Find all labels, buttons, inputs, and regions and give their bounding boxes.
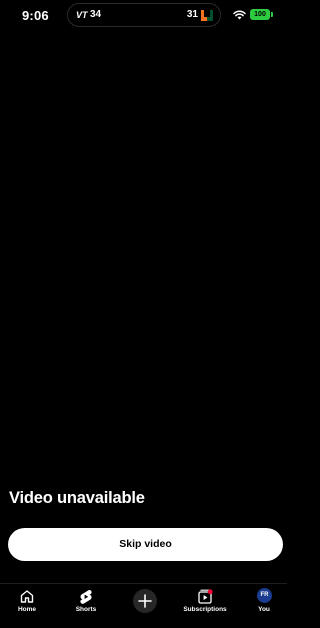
status-time: 9:06 [22,8,49,23]
live-activity[interactable]: VT 34 31 [67,3,221,27]
nav-label-home: Home [17,606,37,613]
left-score: 34 [90,9,102,20]
nav-label-shorts: Shorts [75,606,97,613]
vt-team-logo: VT [76,10,88,20]
status-bar: 9:06 VT 34 31 100 [0,0,287,32]
um-team-logo [201,10,213,21]
nav-you[interactable]: FR You [238,584,290,628]
bottom-nav: Home Shorts Subscriptions FR You [0,583,287,628]
battery-icon: 100 [250,9,273,20]
nav-shorts[interactable]: Shorts [60,584,112,628]
nav-subscriptions[interactable]: Subscriptions [179,584,231,628]
avatar: FR [257,588,272,603]
plus-icon [138,594,152,608]
wifi-icon [233,10,246,20]
nav-label-subscriptions: Subscriptions [183,606,227,613]
home-icon [20,590,34,603]
skip-video-button[interactable]: Skip video [8,528,283,561]
create-button[interactable] [133,589,157,613]
shorts-icon [80,589,92,604]
subscriptions-icon [198,589,213,604]
nav-home[interactable]: Home [1,584,53,628]
right-score: 31 [186,9,198,20]
nav-label-you: You [258,606,270,613]
video-unavailable-message: Video unavailable [9,489,145,507]
